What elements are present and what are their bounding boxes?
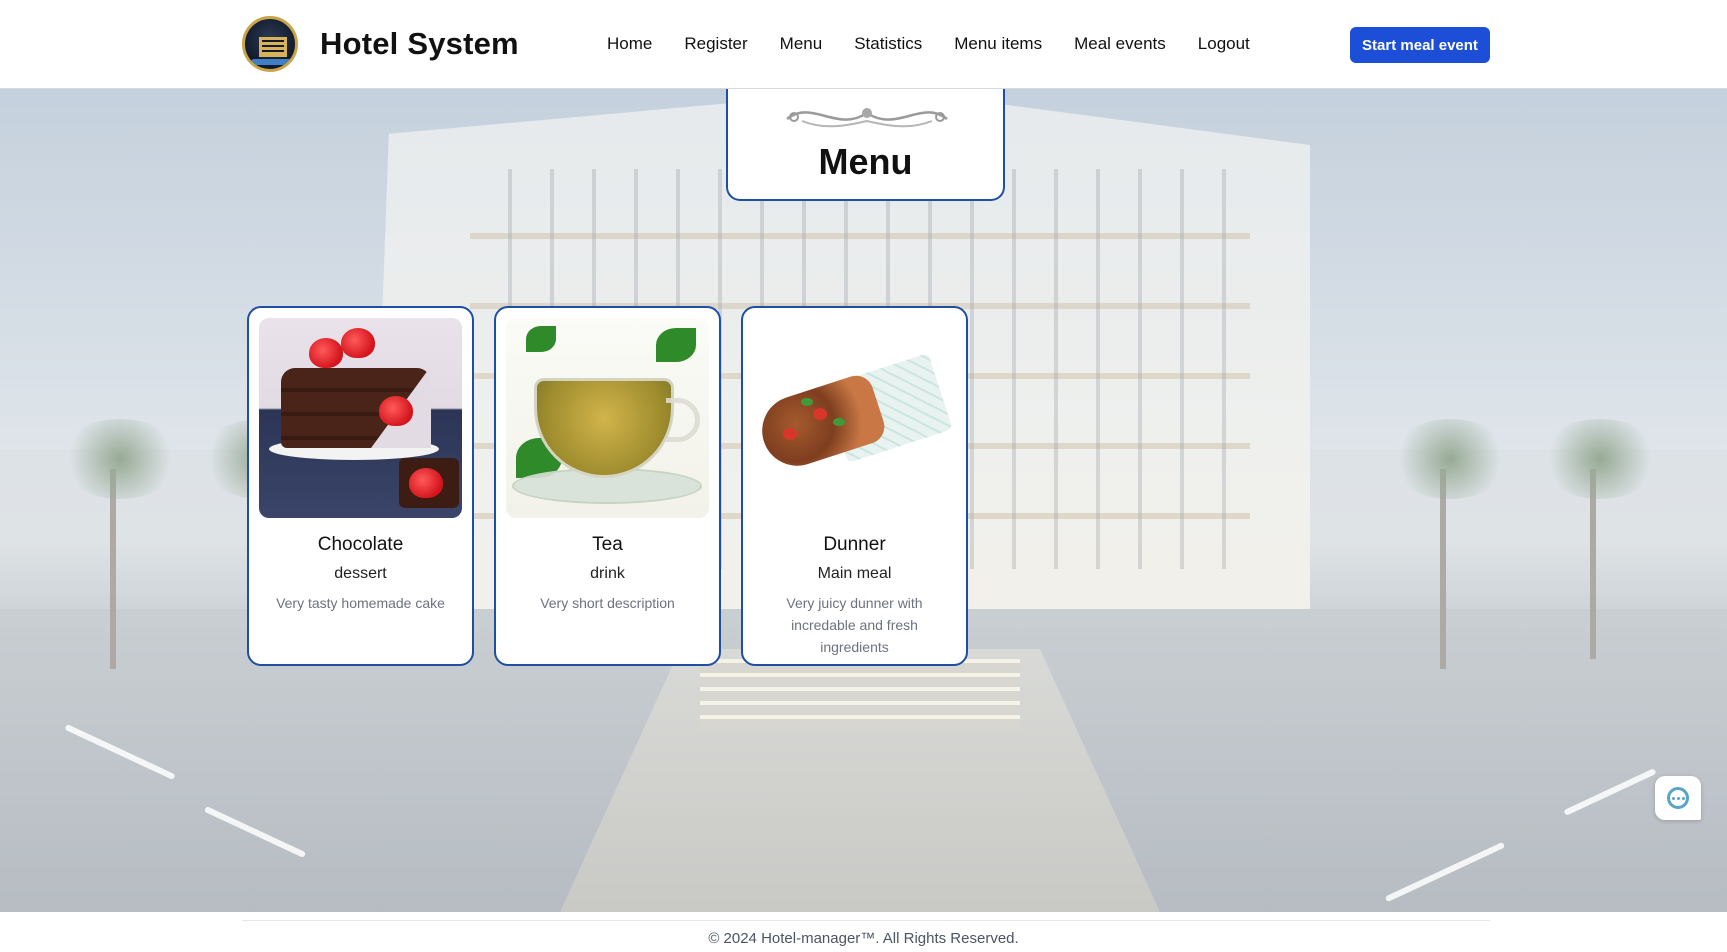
nav-link-statistics[interactable]: Statistics	[854, 34, 922, 54]
nav-link-menu[interactable]: Menu	[780, 34, 823, 54]
nav-link-home[interactable]: Home	[607, 34, 652, 54]
top-navbar: Hotel System Home Register Menu Statisti…	[0, 0, 1727, 89]
start-meal-event-button[interactable]: Start meal event	[1350, 27, 1490, 63]
menu-title-panel: Menu	[726, 89, 1005, 201]
footer-copyright: © 2024 Hotel-manager™. All Rights Reserv…	[708, 930, 1019, 947]
menu-item-card[interactable]: Dunner Main meal Very juicy dunner with …	[741, 306, 968, 666]
hotel-logo-icon	[242, 16, 298, 72]
brand-title: Hotel System	[320, 26, 519, 61]
menu-item-category: dessert	[334, 565, 387, 582]
menu-item-category: drink	[590, 565, 625, 582]
menu-item-card[interactable]: Tea drink Very short description	[494, 306, 721, 666]
menu-item-description: Very juicy dunner with incredable and fr…	[786, 595, 923, 655]
chocolate-cake-image	[259, 318, 462, 518]
menu-item-name: Tea	[592, 534, 623, 555]
page-footer: © 2024 Hotel-manager™. All Rights Reserv…	[0, 912, 1727, 952]
footer-divider	[242, 920, 1490, 921]
menu-item-name: Dunner	[823, 534, 886, 555]
menu-item-category: Main meal	[817, 565, 892, 582]
menu-item-name: Chocolate	[317, 534, 404, 555]
brand[interactable]: Hotel System	[242, 16, 519, 72]
nav-link-logout[interactable]: Logout	[1198, 34, 1250, 54]
ornament-icon	[786, 108, 948, 128]
menu-item-description: Very tasty homemade cake	[276, 595, 445, 611]
page-title: Menu	[818, 141, 913, 182]
chat-icon	[1667, 787, 1689, 809]
doner-wrap-image	[753, 318, 956, 518]
tea-cup-image	[506, 318, 709, 518]
menu-item-description: Very short description	[540, 595, 675, 611]
menu-item-card[interactable]: Chocolate dessert Very tasty homemade ca…	[247, 306, 474, 666]
nav-link-meal-events[interactable]: Meal events	[1074, 34, 1166, 54]
nav-link-menu-items[interactable]: Menu items	[954, 34, 1042, 54]
nav-link-register[interactable]: Register	[684, 34, 747, 54]
main-nav: Home Register Menu Statistics Menu items…	[607, 34, 1282, 54]
chat-widget-button[interactable]	[1655, 776, 1701, 820]
